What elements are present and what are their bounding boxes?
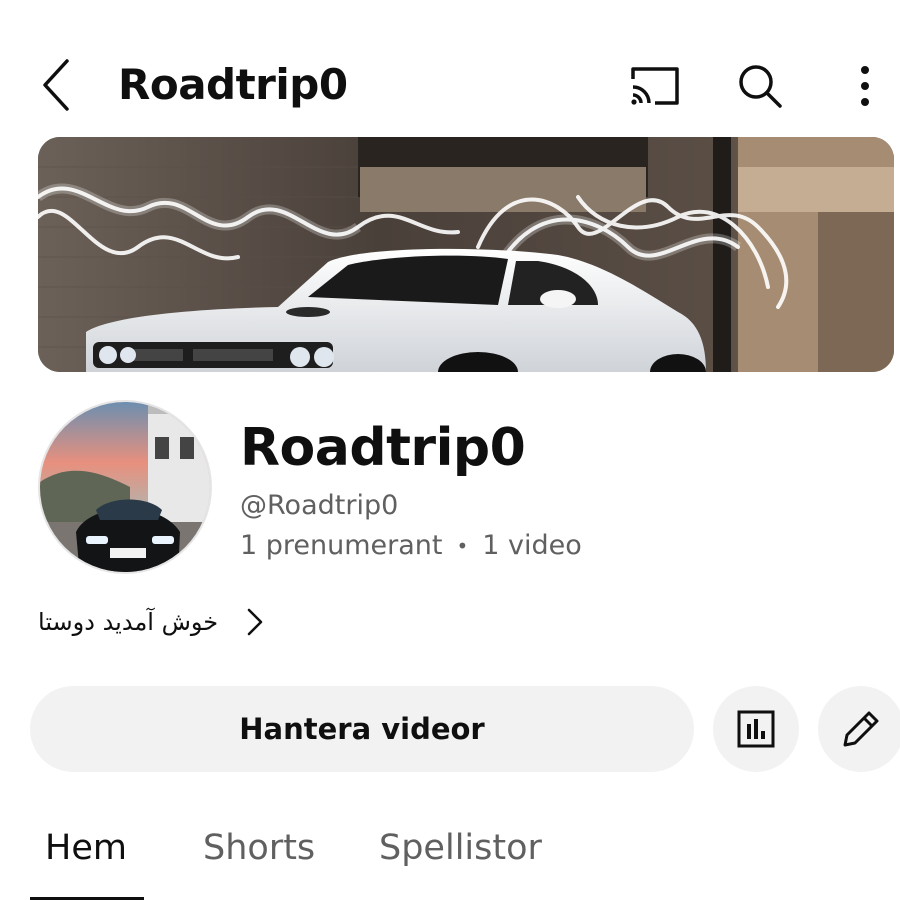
chevron-right-icon (246, 607, 264, 637)
channel-handle: @Roadtrip0 (240, 490, 399, 521)
tab-shorts[interactable]: Shorts (203, 828, 315, 868)
channel-description: خوش آمدید دوستا (38, 608, 219, 636)
channel-stats: 1 prenumerant • 1 video (240, 530, 582, 561)
video-count: 1 video (482, 530, 582, 561)
tab-home[interactable]: Hem (45, 828, 127, 868)
pencil-icon (843, 711, 879, 747)
back-button[interactable] (28, 54, 84, 116)
stats-separator: • (456, 533, 469, 558)
more-vertical-icon (861, 66, 869, 106)
more-options-button[interactable] (840, 58, 890, 114)
tab-playlists[interactable]: Spellistor (379, 828, 542, 868)
channel-name: Roadtrip0 (240, 418, 526, 478)
channel-description-link[interactable]: خوش آمدید دوستا (38, 600, 308, 644)
channel-avatar[interactable] (38, 400, 212, 574)
edit-channel-button[interactable] (818, 686, 900, 772)
analytics-button[interactable] (713, 686, 799, 772)
search-button[interactable] (730, 58, 790, 114)
page-title: Roadtrip0 (118, 60, 348, 109)
cast-icon (631, 67, 679, 105)
analytics-icon (737, 710, 775, 748)
manage-videos-button[interactable]: Hantera videor (30, 686, 694, 772)
subscriber-count: 1 prenumerant (240, 530, 443, 561)
top-app-bar: Roadtrip0 (0, 40, 900, 130)
cast-button[interactable] (624, 58, 686, 114)
chevron-left-icon (43, 59, 69, 111)
search-icon (739, 65, 782, 108)
channel-tabs: Hem Shorts Spellistor (0, 820, 900, 900)
channel-banner (38, 137, 894, 372)
